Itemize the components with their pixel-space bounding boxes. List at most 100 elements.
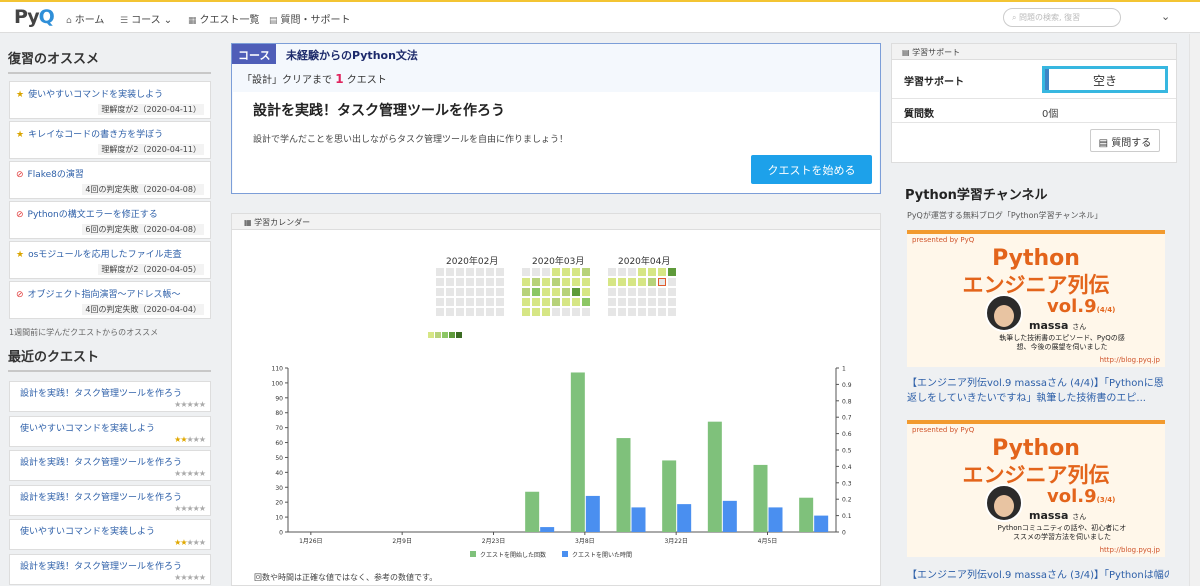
heatmap-cell[interactable] bbox=[648, 288, 656, 296]
heatmap-cell[interactable] bbox=[552, 278, 560, 286]
article-link[interactable]: 【エンジニア列伝vol.9 massaさん (3/4)】「Pythonは幅の広い bbox=[907, 568, 1169, 583]
heatmap-cell[interactable] bbox=[552, 308, 560, 316]
article-link[interactable]: 【エンジニア列伝vol.9 massaさん (4/4)】「Pythonに恩返しを… bbox=[907, 376, 1169, 406]
review-item[interactable]: ⊘ オブジェクト指向演習〜アドレス帳〜 4回の判定失敗（2020-04-04） bbox=[9, 281, 211, 319]
heatmap-cell[interactable] bbox=[446, 268, 454, 276]
heatmap-cell[interactable] bbox=[522, 308, 530, 316]
pyq-logo[interactable]: PyQ bbox=[14, 6, 55, 28]
nav-support[interactable]: ▤ 質問・サポート bbox=[269, 11, 351, 26]
heatmap-cell[interactable] bbox=[456, 288, 464, 296]
heatmap-cell[interactable] bbox=[486, 278, 494, 286]
nav-home[interactable]: ⌂ ホーム bbox=[66, 11, 104, 26]
heatmap-cell[interactable] bbox=[648, 298, 656, 306]
search-input[interactable]: ⌕ 問題の検索, 復習 bbox=[1003, 8, 1121, 27]
heatmap-cell[interactable] bbox=[436, 278, 444, 286]
heatmap-cell[interactable] bbox=[436, 288, 444, 296]
heatmap-cell[interactable] bbox=[476, 268, 484, 276]
course-name[interactable]: 未経験からのPython文法 bbox=[286, 47, 418, 63]
heatmap-cell[interactable] bbox=[562, 298, 570, 306]
heatmap-cell[interactable] bbox=[668, 298, 676, 306]
recent-quest-item[interactable]: 使いやすいコマンドを実装しよう ★★★★★ bbox=[9, 415, 211, 447]
heatmap-cell[interactable] bbox=[648, 278, 656, 286]
heatmap-cell[interactable] bbox=[552, 288, 560, 296]
heatmap-cell[interactable] bbox=[618, 288, 626, 296]
nav-course[interactable]: ☰ コース ⌄ bbox=[120, 11, 172, 26]
recent-quest-item[interactable]: 設計を実践！タスク管理ツールを作ろう ★★★★★ bbox=[9, 450, 211, 481]
heatmap-cell[interactable] bbox=[476, 298, 484, 306]
heatmap-cell[interactable] bbox=[572, 298, 580, 306]
heatmap-cell[interactable] bbox=[638, 308, 646, 316]
heatmap-cell[interactable] bbox=[608, 278, 616, 286]
heatmap-cell[interactable] bbox=[628, 288, 636, 296]
heatmap-cell[interactable] bbox=[582, 268, 590, 276]
recent-quest-item[interactable]: 使いやすいコマンドを実装しよう ★★★★★ bbox=[9, 519, 211, 550]
recent-quest-item[interactable]: 設計を実践！タスク管理ツールを作ろう ★★★★★ bbox=[9, 553, 211, 585]
heatmap-cell[interactable] bbox=[532, 278, 540, 286]
heatmap-cell[interactable] bbox=[572, 278, 580, 286]
heatmap-cell[interactable] bbox=[446, 288, 454, 296]
heatmap-cell[interactable] bbox=[628, 308, 636, 316]
heatmap-cell[interactable] bbox=[542, 298, 550, 306]
start-quest-button[interactable]: クエストを始める bbox=[751, 155, 872, 184]
heatmap-cell[interactable] bbox=[496, 288, 504, 296]
page-scrollbar[interactable] bbox=[1189, 34, 1200, 586]
heatmap-cell[interactable] bbox=[668, 268, 676, 276]
heatmap-cell[interactable] bbox=[668, 288, 676, 296]
heatmap-cell[interactable] bbox=[436, 308, 444, 316]
heatmap-cell[interactable] bbox=[638, 268, 646, 276]
heatmap-cell[interactable] bbox=[562, 268, 570, 276]
ask-question-button[interactable]: ▤ 質問する bbox=[1090, 129, 1160, 152]
heatmap-cell[interactable] bbox=[476, 278, 484, 286]
heatmap-cell[interactable] bbox=[532, 298, 540, 306]
heatmap-cell[interactable] bbox=[522, 298, 530, 306]
heatmap-cell[interactable] bbox=[476, 308, 484, 316]
heatmap-cell[interactable] bbox=[466, 308, 474, 316]
heatmap-cell[interactable] bbox=[658, 308, 666, 316]
article-banner[interactable]: presented by PyQ Python エンジニア列伝 vol.9(3/… bbox=[907, 420, 1165, 557]
heatmap-cell[interactable] bbox=[486, 288, 494, 296]
heatmap-cell[interactable] bbox=[466, 268, 474, 276]
heatmap-cell[interactable] bbox=[446, 298, 454, 306]
heatmap-cell[interactable] bbox=[608, 298, 616, 306]
heatmap-cell[interactable] bbox=[582, 278, 590, 286]
heatmap-cell[interactable] bbox=[496, 298, 504, 306]
heatmap-cell[interactable] bbox=[466, 288, 474, 296]
heatmap-cell[interactable] bbox=[658, 278, 666, 286]
heatmap-cell[interactable] bbox=[456, 308, 464, 316]
heatmap-cell[interactable] bbox=[628, 268, 636, 276]
heatmap-cell[interactable] bbox=[618, 268, 626, 276]
heatmap-cell[interactable] bbox=[638, 298, 646, 306]
heatmap-cell[interactable] bbox=[582, 298, 590, 306]
heatmap-cell[interactable] bbox=[618, 308, 626, 316]
heatmap-cell[interactable] bbox=[476, 288, 484, 296]
heatmap-cell[interactable] bbox=[436, 268, 444, 276]
heatmap-cell[interactable] bbox=[572, 308, 580, 316]
heatmap-cell[interactable] bbox=[552, 268, 560, 276]
heatmap-cell[interactable] bbox=[628, 278, 636, 286]
user-menu-chevron-icon[interactable]: ⌄ bbox=[1161, 10, 1170, 23]
heatmap-cell[interactable] bbox=[496, 308, 504, 316]
heatmap-cell[interactable] bbox=[648, 308, 656, 316]
heatmap-cell[interactable] bbox=[522, 278, 530, 286]
heatmap-cell[interactable] bbox=[436, 298, 444, 306]
heatmap-cell[interactable] bbox=[658, 268, 666, 276]
heatmap-cell[interactable] bbox=[668, 278, 676, 286]
heatmap-cell[interactable] bbox=[456, 298, 464, 306]
recent-quest-item[interactable]: 設計を実践！タスク管理ツールを作ろう ★★★★★ bbox=[9, 484, 211, 516]
heatmap-cell[interactable] bbox=[658, 288, 666, 296]
heatmap-cell[interactable] bbox=[572, 268, 580, 276]
article-banner[interactable]: presented by PyQ Python エンジニア列伝 vol.9(4/… bbox=[907, 230, 1165, 367]
heatmap-cell[interactable] bbox=[486, 268, 494, 276]
heatmap-cell[interactable] bbox=[522, 288, 530, 296]
review-item[interactable]: ⊘ Flake8の演習 4回の判定失敗（2020-04-08） bbox=[9, 161, 211, 199]
recent-quest-item[interactable]: 設計を実践！タスク管理ツールを作ろう ★★★★★ bbox=[9, 381, 211, 412]
heatmap-cell[interactable] bbox=[668, 308, 676, 316]
heatmap-cell[interactable] bbox=[638, 278, 646, 286]
heatmap-cell[interactable] bbox=[532, 288, 540, 296]
heatmap-cell[interactable] bbox=[648, 268, 656, 276]
heatmap-cell[interactable] bbox=[608, 308, 616, 316]
heatmap-cell[interactable] bbox=[572, 288, 580, 296]
review-item[interactable]: ★ osモジュールを応用したファイル走査 理解度が2（2020-04-05） bbox=[9, 241, 211, 279]
heatmap-cell[interactable] bbox=[542, 278, 550, 286]
heatmap-cell[interactable] bbox=[532, 308, 540, 316]
